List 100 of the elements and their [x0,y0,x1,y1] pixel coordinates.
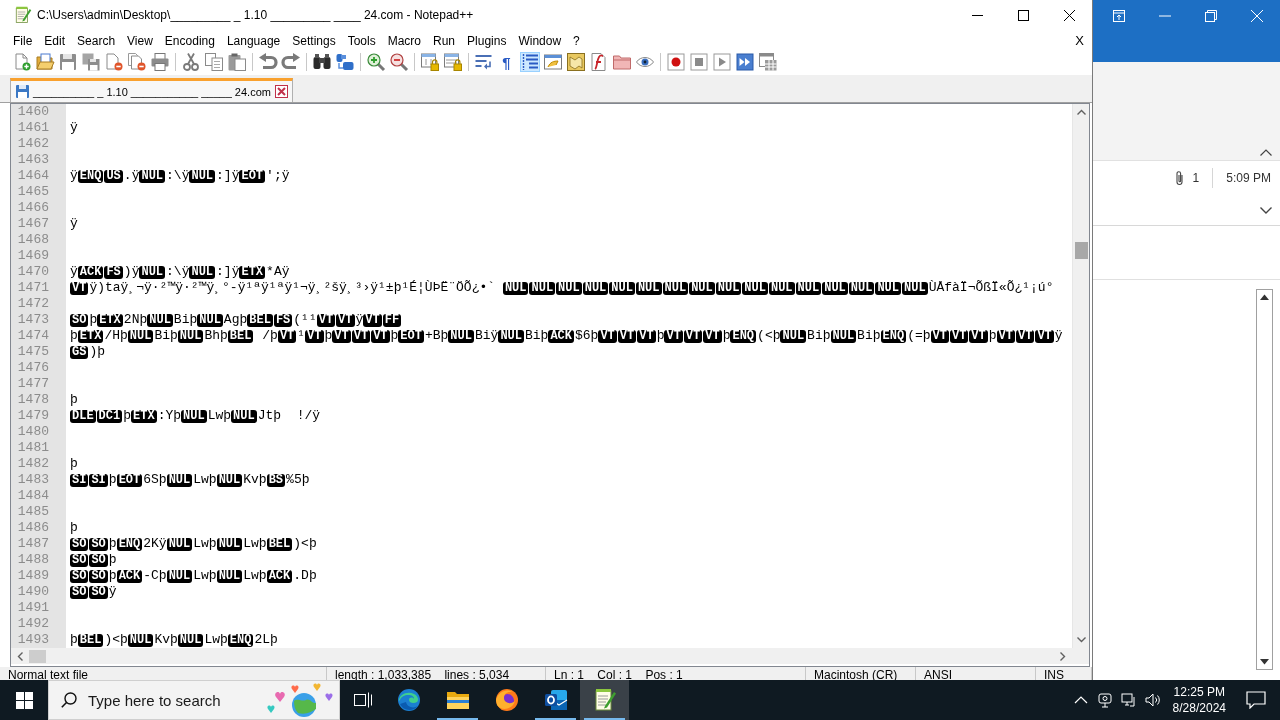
menu-item[interactable]: Settings [286,32,342,49]
menu-item[interactable]: Plugins [461,32,513,49]
control-char-label: NUL [166,473,193,487]
menu-item[interactable]: Macro [381,32,427,49]
undo-icon[interactable] [257,52,278,72]
notifications-icon[interactable] [1246,691,1266,709]
scroll-up-icon[interactable] [1076,109,1086,115]
pilcrow-button[interactable]: ¶ [496,52,517,72]
menu-item[interactable]: Language [220,32,287,49]
speaker-icon[interactable] [1144,692,1161,708]
close-document-button[interactable]: X [1072,33,1087,48]
zoom-in-icon[interactable] [365,52,386,72]
map-icon[interactable] [565,52,586,72]
horizontal-scrollbar[interactable] [11,648,1072,664]
control-char-label: FS [273,313,293,327]
menu-item[interactable]: Search [71,32,122,49]
control-char-label: VT [703,329,722,343]
code-text: Lwþ [193,536,217,552]
table-icon[interactable] [757,52,778,72]
control-char-label: VT [949,329,969,343]
scroll-down-icon[interactable] [1260,659,1269,665]
play-icon[interactable] [711,52,732,72]
scroll-left-icon[interactable] [17,651,23,661]
menu-item[interactable]: Encoding [158,32,221,49]
clipboard-icon[interactable] [226,52,247,72]
control-char-label: ACK [266,569,293,583]
scissors-icon[interactable] [180,52,201,72]
code-text: Lwþ [243,536,267,552]
code-text: :Yþ [157,408,182,424]
paperclip-icon [1174,170,1184,186]
chevron-up-icon[interactable] [1260,149,1272,156]
window-lock-icon[interactable] [442,52,463,72]
open-folder-icon[interactable] [34,52,55,72]
camera-icon[interactable] [1096,692,1113,708]
menu-item[interactable]: Edit [38,32,72,49]
binoculars-icon[interactable] [311,52,332,72]
redo-icon[interactable] [280,52,301,72]
taskbar-button[interactable] [580,680,629,720]
menu-item[interactable]: ? [567,32,586,49]
code-text: :\ÿ [166,168,190,184]
floppy-disks-icon[interactable] [80,52,101,72]
control-char-label: NUL [795,281,822,295]
code-text: Lwþ [207,408,232,424]
control-char-label: SO [70,569,89,583]
control-char-label: NUL [231,409,257,423]
clock-date[interactable]: 8/28/2024 [1172,700,1226,716]
indent-guide-icon[interactable] [519,52,540,72]
printer-icon[interactable] [149,52,170,72]
control-char-label: NUL [780,329,807,343]
zoom-out-icon[interactable] [388,52,409,72]
control-char-label: SO [89,537,108,551]
page-minus-icon[interactable] [103,52,124,72]
clock-time[interactable]: 12:25 PM [1173,684,1225,700]
control-char-label: NUL [181,409,207,423]
stop-icon[interactable] [688,52,709,72]
network-icon[interactable] [1120,692,1137,708]
text-editor[interactable] [10,103,1090,667]
code-text: þ [70,632,78,648]
close-icon [1251,9,1263,22]
menu-item[interactable]: File [7,32,39,49]
control-char-label: NUL [448,329,474,343]
copy-icon[interactable] [203,52,224,72]
folder-icon[interactable] [611,52,632,72]
code-text: :]ÿ [216,168,240,184]
script-document-icon[interactable] [588,52,609,72]
menu-item[interactable]: Tools [341,32,382,49]
control-char-label: NUL [127,633,154,647]
scroll-down-icon[interactable] [1076,637,1086,643]
control-char-label: NUL [139,265,166,279]
scrollbar-thumb[interactable] [1074,242,1088,259]
chevron-down-icon[interactable] [1260,206,1272,214]
swirl-app-icon [396,688,421,712]
control-char-label: NUL [689,281,715,295]
control-char-label: VT [664,329,683,343]
line-number: 1468 [16,232,50,248]
code-text: Lwþ [193,568,217,584]
window-page-icon[interactable] [542,52,563,72]
scroll-right-icon[interactable] [1060,651,1066,661]
window-lock-icon[interactable] [419,52,440,72]
menu-item[interactable]: Window [512,32,568,49]
code-text: 6Sþ [143,472,167,488]
menu-item[interactable]: Run [427,32,462,49]
pages-minus-icon[interactable] [126,52,147,72]
fast-forward-icon[interactable] [734,52,755,72]
file-tab[interactable]: __________ _ 1.10 ___________ _____ 24.com [10,78,293,102]
code-text: )<þ [104,632,128,648]
menu-item[interactable]: View [121,32,159,49]
line-number: 1465 [16,184,50,200]
record-icon[interactable] [665,52,686,72]
vertical-scrollbar[interactable] [1256,289,1273,670]
line-number: 1493 [16,632,50,648]
scroll-up-icon[interactable] [1260,294,1269,300]
control-char-label: ENQ [730,329,757,343]
search-field[interactable]: Type here to search [48,680,340,720]
code-text: þ [108,552,117,568]
line-number: 1476 [16,360,50,376]
close-icon[interactable] [274,85,288,98]
replace-icon[interactable] [334,52,355,72]
scrollbar-thumb[interactable] [29,649,46,663]
wrap-lines-icon[interactable] [473,52,494,72]
